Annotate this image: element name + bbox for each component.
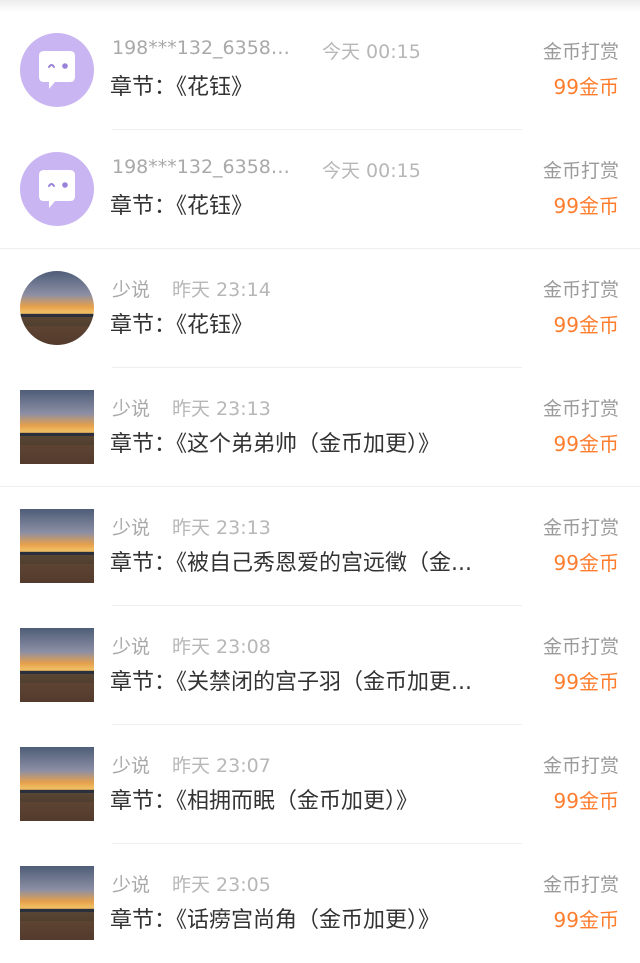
chapter-title: 章节：《被自己秀恩爱的宫远徵（金... <box>110 551 472 576</box>
reward-amount: 99金币 <box>553 313 619 337</box>
reward-type: 金币打赏 <box>542 874 619 896</box>
avatar[interactable] <box>20 628 94 702</box>
user-name[interactable]: 少说 <box>112 751 150 778</box>
sunset-photo <box>20 509 94 583</box>
avatar[interactable] <box>20 509 94 583</box>
list-item[interactable]: 198***132_63588... 今天 00:15 章节：《花钰》 金币打赏… <box>0 11 640 130</box>
sunset-photo <box>20 271 94 345</box>
avatar[interactable] <box>20 747 94 821</box>
avatar[interactable] <box>20 33 94 107</box>
user-name[interactable]: 少说 <box>112 870 150 897</box>
avatar[interactable] <box>20 390 94 464</box>
timestamp: 昨天 23:05 <box>172 874 271 896</box>
timestamp: 昨天 23:13 <box>172 398 271 420</box>
user-name[interactable]: 少说 <box>112 513 150 540</box>
reward-type: 金币打赏 <box>542 517 619 539</box>
user-name[interactable]: 少说 <box>112 275 150 302</box>
chapter-title: 章节：《花钰》 <box>110 194 254 219</box>
timestamp: 今天 00:15 <box>322 160 421 182</box>
sunset-photo <box>20 747 94 821</box>
reward-type: 金币打赏 <box>542 398 619 420</box>
sunset-photo <box>20 866 94 940</box>
chapter-title: 章节：《花钰》 <box>110 313 254 338</box>
reward-amount: 99金币 <box>553 551 619 575</box>
reward-amount: 99金币 <box>553 789 619 813</box>
chapter-title: 章节：《这个弟弟帅（金币加更）》 <box>110 432 441 457</box>
sunset-photo <box>20 628 94 702</box>
list-item[interactable]: 少说 昨天 23:07 章节：《相拥而眠（金币加更）》 金币打赏 99金币 <box>0 725 640 844</box>
reward-type: 金币打赏 <box>542 41 619 63</box>
reward-amount: 99金币 <box>553 432 619 456</box>
chat-bubble-icon <box>39 51 75 89</box>
list-item[interactable]: 198***132_63588... 今天 00:15 章节：《花钰》 金币打赏… <box>0 130 640 249</box>
chat-bubble-icon <box>39 170 75 208</box>
reward-amount: 99金币 <box>553 670 619 694</box>
reward-amount: 99金币 <box>553 75 619 99</box>
list-item[interactable]: 少说 昨天 23:13 章节：《被自己秀恩爱的宫远徵（金... 金币打赏 99金… <box>0 487 640 606</box>
list-item[interactable]: 少说 昨天 23:14 章节：《花钰》 金币打赏 99金币 <box>0 249 640 368</box>
chapter-title: 章节：《花钰》 <box>110 75 254 100</box>
avatar[interactable] <box>20 271 94 345</box>
timestamp: 昨天 23:14 <box>172 279 271 301</box>
user-name[interactable]: 198***132_63588... <box>112 156 298 178</box>
reward-type: 金币打赏 <box>542 636 619 658</box>
reward-amount: 99金币 <box>553 194 619 218</box>
chapter-title: 章节：《话痨宫尚角（金币加更）》 <box>110 908 441 933</box>
sunset-photo <box>20 390 94 464</box>
avatar[interactable] <box>20 152 94 226</box>
list-item[interactable]: 少说 昨天 23:13 章节：《这个弟弟帅（金币加更）》 金币打赏 99金币 <box>0 368 640 487</box>
timestamp: 昨天 23:08 <box>172 636 271 658</box>
user-name[interactable]: 少说 <box>112 632 150 659</box>
chapter-title: 章节：《关禁闭的宫子羽（金币加更... <box>110 670 472 695</box>
timestamp: 昨天 23:13 <box>172 517 271 539</box>
reward-type: 金币打赏 <box>542 279 619 301</box>
reward-type: 金币打赏 <box>542 755 619 777</box>
list-item[interactable]: 少说 昨天 23:08 章节：《关禁闭的宫子羽（金币加更... 金币打赏 99金… <box>0 606 640 725</box>
user-name[interactable]: 198***132_63588... <box>112 37 298 59</box>
reward-type: 金币打赏 <box>542 160 619 182</box>
avatar[interactable] <box>20 866 94 940</box>
chapter-title: 章节：《相拥而眠（金币加更）》 <box>110 789 419 814</box>
timestamp: 昨天 23:07 <box>172 755 271 777</box>
user-name[interactable]: 少说 <box>112 394 150 421</box>
reward-amount: 99金币 <box>553 908 619 932</box>
list-item[interactable]: 少说 昨天 23:05 章节：《话痨宫尚角（金币加更）》 金币打赏 99金币 <box>0 844 640 963</box>
timestamp: 今天 00:15 <box>322 41 421 63</box>
